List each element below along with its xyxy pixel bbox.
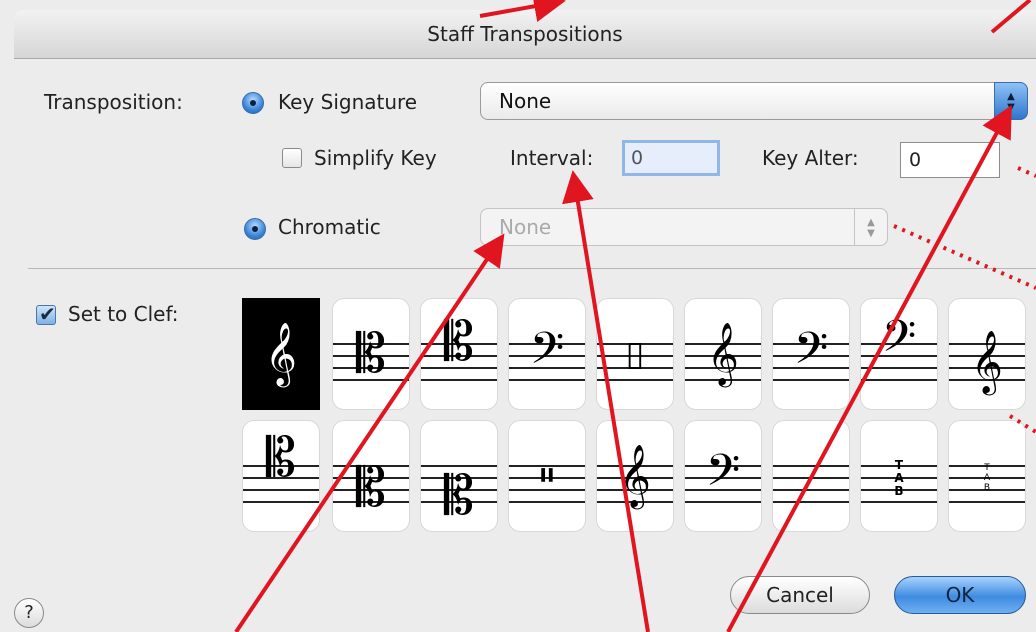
help-button[interactable]: ? — [14, 598, 44, 628]
ok-button[interactable]: OK — [894, 576, 1026, 614]
clef-bass[interactable]: 𝄢 — [508, 298, 586, 410]
mezzo-soprano-clef-icon: 𝄡 — [355, 456, 387, 519]
interval-label: Interval: — [510, 146, 594, 170]
key-signature-value: None — [499, 89, 552, 113]
bass-8va-clef-icon: 𝄢 — [705, 444, 741, 507]
clef-tenor[interactable]: 𝄡 — [420, 298, 498, 410]
key-signature-popup[interactable]: None ▲ ▼ — [480, 82, 1028, 120]
bass-8vb-clef-icon: 𝄢 — [793, 322, 829, 385]
clef-french-violin[interactable]: 𝄞 — [948, 298, 1026, 410]
interval-field[interactable]: 0 — [622, 140, 720, 176]
popup-arrows-icon: ▲ ▼ — [854, 208, 888, 246]
annotation-dotted-line — [893, 224, 1036, 290]
key-signature-radio[interactable] — [242, 92, 264, 114]
clef-alto[interactable]: 𝄡 — [332, 298, 410, 410]
chromatic-value: None — [499, 215, 552, 239]
treble-8va-clef-icon: 𝄞 — [619, 444, 651, 507]
tab-clef-icon: TAB — [894, 458, 904, 498]
baritone-c-clef-icon: 𝄡 — [443, 464, 475, 527]
clef-tab[interactable]: TAB — [860, 420, 938, 532]
key-signature-label[interactable]: Key Signature — [278, 90, 417, 114]
set-to-clef-checkbox[interactable] — [36, 302, 56, 326]
clef-treble-8vb[interactable]: 𝄞 — [684, 298, 762, 410]
tab-small-clef-icon: TAB — [983, 463, 991, 493]
clef-treble[interactable]: 𝄞 — [242, 298, 320, 410]
clef-bass-8vb[interactable]: 𝄢 — [772, 298, 850, 410]
soprano-clef-icon: 𝄡 — [265, 426, 297, 489]
title-bar: Staff Transpositions — [14, 10, 1036, 59]
cancel-button[interactable]: Cancel — [730, 576, 870, 614]
chromatic-popup[interactable]: None ▲ ▼ — [480, 208, 888, 246]
set-to-clef-label[interactable]: Set to Clef: — [68, 302, 179, 326]
clef-percussion-2[interactable]: 𝄥 — [508, 420, 586, 532]
dialog-title: Staff Transpositions — [427, 22, 623, 46]
clef-percussion[interactable]: ▯ — [596, 298, 674, 410]
transposition-label: Transposition: — [44, 90, 183, 114]
percussion-clef-icon: ▯ — [625, 334, 645, 374]
treble-8vb-clef-icon: 𝄞 — [707, 322, 739, 385]
key-alter-field[interactable]: 0 — [900, 142, 1000, 178]
simplify-key-checkbox[interactable] — [282, 148, 302, 168]
treble-clef-icon: 𝄞 — [265, 322, 297, 385]
popup-arrows-icon: ▲ ▼ — [994, 82, 1028, 120]
key-alter-label: Key Alter: — [762, 146, 859, 170]
chromatic-label[interactable]: Chromatic — [278, 215, 381, 239]
simplify-key-label[interactable]: Simplify Key — [314, 146, 437, 170]
baritone-f-clef-icon: 𝄢 — [881, 310, 917, 373]
percussion-2-clef-icon: 𝄥 — [541, 454, 553, 498]
staff-transpositions-dialog: Staff Transpositions Transposition: Key … — [0, 0, 1036, 632]
french-violin-clef-icon: 𝄞 — [971, 330, 1003, 393]
bass-clef-icon: 𝄢 — [529, 322, 565, 385]
clef-baritone-c[interactable]: 𝄡 — [420, 420, 498, 532]
annotation-dotted-line — [1017, 166, 1036, 178]
clef-bass-8va[interactable]: 𝄢 — [684, 420, 762, 532]
clef-tab-small[interactable]: TAB — [948, 420, 1026, 532]
clef-baritone-f[interactable]: 𝄢 — [860, 298, 938, 410]
clef-mezzo-soprano[interactable]: 𝄡 — [332, 420, 410, 532]
alto-clef-icon: 𝄡 — [355, 322, 387, 385]
clef-soprano[interactable]: 𝄡 — [242, 420, 320, 532]
tenor-clef-icon: 𝄡 — [443, 310, 475, 373]
clef-blank[interactable] — [772, 420, 850, 532]
section-divider — [28, 268, 1036, 269]
clef-treble-8va[interactable]: 𝄞 — [596, 420, 674, 532]
chromatic-radio[interactable] — [244, 218, 266, 240]
